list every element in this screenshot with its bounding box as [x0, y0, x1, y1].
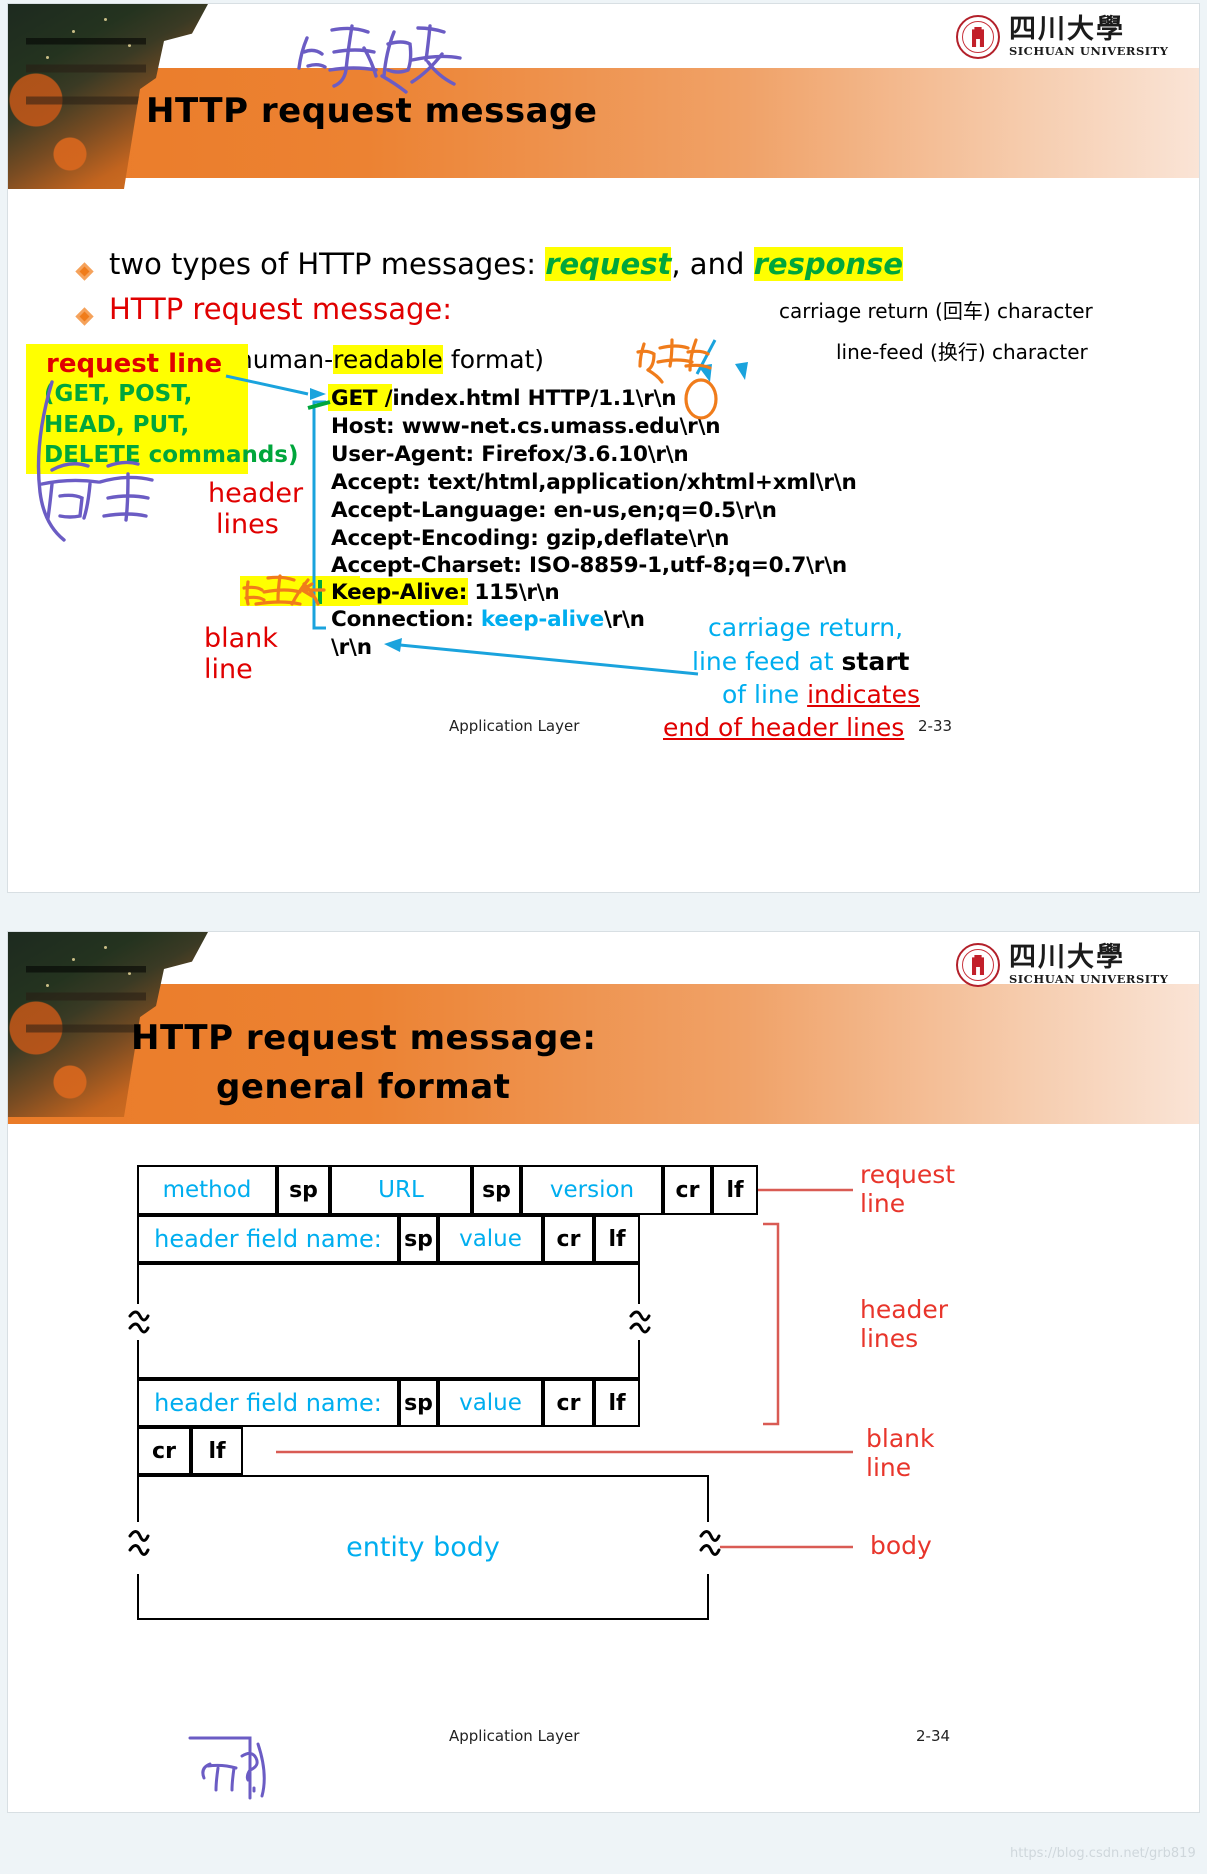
annotation-note-line-2: line feed at start: [692, 647, 910, 676]
http-request-line-1-rest: /index.html HTTP/1.1\r\n: [377, 386, 677, 411]
annotation-note-line-3-indicates: indicates: [807, 680, 920, 709]
bullet-two-types-text: two types of HTTP messages:: [109, 247, 546, 281]
diagram-cell-cr-2: cr: [543, 1215, 594, 1263]
label-readable: readable: [333, 345, 443, 374]
http-header-keep-alive: Keep-Alive: 115\r\n: [331, 580, 560, 605]
logo-english-name: SICHUAN UNIVERSITY: [1009, 44, 1169, 59]
diagram-label-request-line: request line: [860, 1160, 955, 1218]
diagram-cell-header-gap: [137, 1263, 640, 1379]
http-header-connection-crlf: \r\n: [603, 607, 645, 632]
annotation-commands-line-3: DELETE commands): [44, 442, 299, 468]
annotation-blank-line-l2: line: [204, 654, 253, 686]
diagram-cell-method: method: [137, 1165, 277, 1215]
diagram-cell-cr-1: cr: [663, 1165, 712, 1215]
diagram-cell-value-2: value: [438, 1379, 543, 1427]
slide1-footer-text: Application Layer: [449, 717, 580, 735]
http-header-keep-alive-name: Keep-Alive:: [331, 580, 468, 605]
annotation-header-lines-l2: lines: [216, 509, 279, 541]
diagram-label-header-lines-l2: lines: [860, 1324, 919, 1353]
http-header-accept-charset: Accept-Charset: ISO-8859-1,utf-8;q=0.7\r…: [331, 553, 847, 578]
http-header-host: Host: www-net.cs.umass.edu\r\n: [331, 414, 721, 439]
label-format: format): [442, 345, 545, 374]
diagram-cell-entity-body: entity body: [137, 1475, 709, 1620]
label-request: request: [545, 247, 672, 281]
http-general-format-diagram: method sp URL sp version cr lf header fi…: [8, 932, 1199, 1812]
label-and: , and: [671, 247, 754, 281]
annotation-line-feed-character: line-feed (换行) character: [836, 340, 1088, 364]
university-logo: 四川大學 SICHUAN UNIVERSITY: [956, 15, 1168, 59]
diagram-cell-header-field-name-1: header field name:: [137, 1215, 399, 1263]
annotation-commands-line-2: HEAD, PUT,: [44, 412, 190, 438]
http-method-get: GET: [331, 386, 378, 411]
diagram-label-header-lines-l1: header: [860, 1295, 949, 1324]
http-header-accept-encoding: Accept-Encoding: gzip,deflate\r\n: [331, 526, 730, 551]
diagram-cell-sp-4: sp: [399, 1379, 438, 1427]
diagram-cell-header-field-name-2: header field name:: [137, 1379, 399, 1427]
diagram-cell-sp-1: sp: [277, 1165, 330, 1215]
slide2-footer-text: Application Layer: [449, 1727, 580, 1745]
http-header-accept-language: Accept-Language: en-us,en;q=0.5\r\n: [331, 498, 777, 523]
bullet-http-request-message: HTTP request message:: [109, 292, 452, 326]
slide1-footer-page: 2-33: [918, 717, 953, 735]
annotation-carriage-return-character: carriage return (回车) character: [779, 299, 1093, 323]
http-header-connection-name: Connection:: [331, 607, 481, 632]
annotation-commands-line-1: (GET, POST,: [44, 381, 193, 407]
sichuan-university-seal-icon: [956, 15, 1000, 59]
diagram-label-blank-line-l1: blank: [866, 1424, 935, 1453]
diagram-cell-value-1: value: [438, 1215, 543, 1263]
annotation-blank-line: blank line: [204, 623, 278, 686]
annotation-request-line: request line: [46, 349, 223, 379]
slide2-footer-page: 2-34: [916, 1727, 951, 1745]
diagram-cell-url: URL: [330, 1165, 472, 1215]
http-header-connection-value: keep-alive: [480, 607, 604, 632]
diagram-cell-lf-3: lf: [594, 1379, 640, 1427]
annotation-note-line-1: carriage return,: [708, 613, 904, 642]
annotation-note-line-3-cyan: of line: [722, 680, 808, 709]
annotation-header-lines: header lines: [208, 478, 303, 541]
logo-chinese-name: 四川大學: [1009, 14, 1125, 46]
slide-http-request-message: 四川大學 SICHUAN UNIVERSITY HTTP request mes…: [8, 4, 1199, 892]
diagram-label-request-line-l2: line: [860, 1189, 906, 1218]
annotation-note-line-3: of line indicates: [722, 680, 920, 709]
diagram-cell-version: version: [521, 1165, 663, 1215]
diagram-label-body: body: [870, 1531, 932, 1560]
http-request-line-1: GET /index.html HTTP/1.1\r\n: [331, 386, 677, 411]
http-header-accept: Accept: text/html,application/xhtml+xml\…: [331, 470, 857, 495]
bullet-diamond-icon-2: [75, 307, 94, 326]
diagram-cell-cr-3: cr: [543, 1379, 594, 1427]
annotation-header-lines-l1: header: [208, 478, 304, 509]
annotation-blank-line-l1: blank: [204, 623, 278, 654]
http-header-connection: Connection: keep-alive\r\n: [331, 607, 645, 632]
diagram-label-request-line-l1: request: [860, 1160, 956, 1189]
blog-watermark: https://blog.csdn.net/grb819: [1010, 1846, 1196, 1861]
diagram-cell-lf-1: lf: [712, 1165, 758, 1215]
http-blank-line-crlf: \r\n: [331, 635, 372, 660]
diagram-cell-lf-2: lf: [594, 1215, 640, 1263]
annotation-note-line-2-start: start: [841, 647, 910, 676]
annotation-note-line-2-cyan: line feed at: [692, 647, 842, 676]
slide-http-request-general-format: 四川大學 SICHUAN UNIVERSITY HTTP request mes…: [8, 932, 1199, 1812]
http-header-keep-alive-value: 115\r\n: [467, 580, 560, 605]
annotation-note-line-4: end of header lines: [663, 713, 905, 742]
label-response: response: [753, 247, 904, 281]
diagram-cell-cr-blank: cr: [137, 1427, 191, 1475]
diagram-cell-lf-blank: lf: [191, 1427, 243, 1475]
bullet-diamond-icon: [75, 262, 94, 281]
diagram-cell-sp-2: sp: [472, 1165, 521, 1215]
diagram-cell-sp-3: sp: [399, 1215, 438, 1263]
diagram-label-header-lines: header lines: [860, 1295, 948, 1353]
bullet-two-types: two types of HTTP messages: request, and…: [109, 247, 904, 281]
diagram-label-blank-line: blank line: [866, 1424, 934, 1482]
slide1-title: HTTP request message: [146, 91, 598, 131]
diagram-label-blank-line-l2: line: [866, 1453, 912, 1482]
http-header-user-agent: User-Agent: Firefox/3.6.10\r\n: [331, 442, 689, 467]
